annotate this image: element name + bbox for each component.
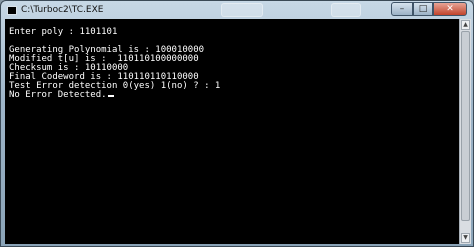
background-window-tab: [331, 3, 361, 17]
console-line-text: No Error Detected.: [9, 90, 107, 100]
desktop: C:\Turboc2\TC.EXE – □ ✕ Enter poly : 110…: [0, 0, 474, 247]
scroll-up-arrow-icon[interactable]: ▲: [461, 20, 470, 30]
scroll-down-arrow-icon[interactable]: ▼: [461, 233, 470, 243]
window-controls: – □ ✕: [391, 2, 467, 16]
minimize-button[interactable]: –: [391, 2, 413, 16]
maximize-button[interactable]: □: [413, 2, 433, 16]
window-title: C:\Turboc2\TC.EXE: [21, 5, 104, 15]
text-cursor: [107, 95, 114, 97]
scrollbar-thumb[interactable]: [461, 31, 470, 221]
close-button[interactable]: ✕: [433, 2, 467, 16]
console-line: Enter poly : 1101101: [9, 27, 118, 37]
title-bar[interactable]: C:\Turboc2\TC.EXE – □ ✕: [1, 1, 473, 19]
console-line-last: No Error Detected.: [9, 91, 455, 100]
console-output[interactable]: Enter poly : 1101101 Generating Polynomi…: [5, 19, 459, 244]
background-window-tab: [221, 3, 263, 17]
console-icon: [7, 5, 17, 15]
console-window: C:\Turboc2\TC.EXE – □ ✕ Enter poly : 110…: [0, 0, 474, 247]
vertical-scrollbar[interactable]: ▲ ▼: [459, 19, 471, 244]
